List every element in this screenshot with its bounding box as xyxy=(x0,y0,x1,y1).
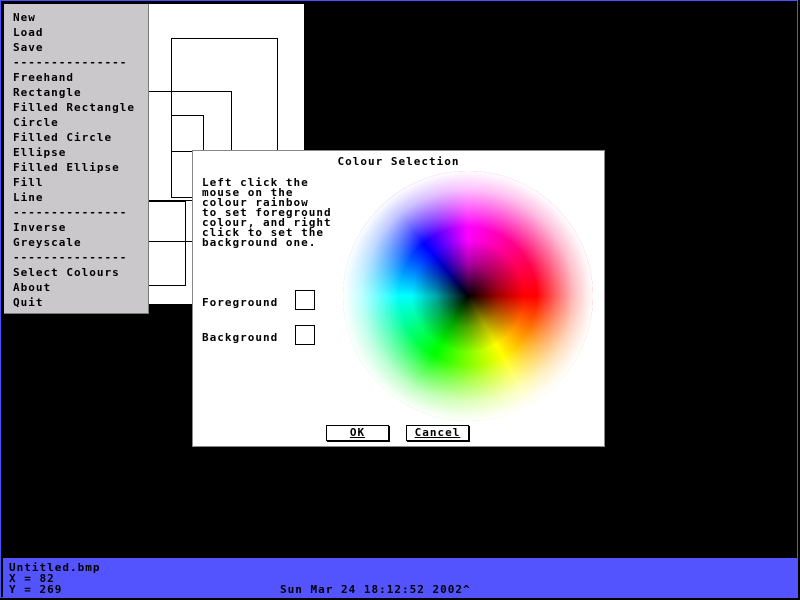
drawn-rectangle xyxy=(171,115,204,152)
menu-item-filled-ellipse[interactable]: Filled Ellipse xyxy=(13,160,120,175)
menu-item-filled-circle[interactable]: Filled Circle xyxy=(13,130,112,145)
menu-item-circle[interactable]: Circle xyxy=(13,115,59,130)
colour-wheel-shade[interactable] xyxy=(343,171,593,421)
menu-separator: --------------- xyxy=(13,206,128,219)
status-y-coordinate: Y = 269 xyxy=(9,583,63,596)
cancel-button[interactable]: Cancel xyxy=(406,425,469,441)
menu-item-filled-rectangle[interactable]: Filled Rectangle xyxy=(13,100,135,115)
menu-item-about[interactable]: About xyxy=(13,280,51,295)
menu-item-fill[interactable]: Fill xyxy=(13,175,44,190)
background-swatch xyxy=(295,325,315,345)
foreground-label: Foreground xyxy=(202,296,279,309)
menu-item-quit[interactable]: Quit xyxy=(13,295,44,310)
menu-item-line[interactable]: Line xyxy=(13,190,44,205)
menu-item-save[interactable]: Save xyxy=(13,40,44,55)
drawn-line xyxy=(149,241,194,242)
menu-item-load[interactable]: Load xyxy=(13,25,44,40)
menu-item-ellipse[interactable]: Ellipse xyxy=(13,145,66,160)
menu-item-select-colours[interactable]: Select Colours xyxy=(13,265,120,280)
menu-item-rectangle[interactable]: Rectangle xyxy=(13,85,82,100)
dialog-instructions: Left click the mouse on the colour rainb… xyxy=(202,176,332,249)
ok-button[interactable]: OK xyxy=(326,425,389,441)
main-menu: New Load Save --------------- Freehand Rectan… xyxy=(4,4,149,314)
menu-item-inverse[interactable]: Inverse xyxy=(13,220,66,235)
menu-item-new[interactable]: New xyxy=(13,10,36,25)
menu-separator: --------------- xyxy=(13,56,128,69)
menu-separator: --------------- xyxy=(13,251,128,264)
background-label: Background xyxy=(202,331,279,344)
dialog-title: Colour Selection xyxy=(337,155,460,168)
menu-item-freehand[interactable]: Freehand xyxy=(13,70,74,85)
status-clock: Sun Mar 24 18:12:52 2002^ xyxy=(280,583,471,596)
status-bar: Untitled.bmp X = 82 Y = 269 Sun Mar 24 1… xyxy=(3,558,798,598)
foreground-swatch xyxy=(295,290,315,310)
menu-item-greyscale[interactable]: Greyscale xyxy=(13,235,82,250)
colour-selection-dialog: Colour Selection Left click the mouse on… xyxy=(192,150,605,447)
colour-wheel[interactable] xyxy=(343,171,593,421)
